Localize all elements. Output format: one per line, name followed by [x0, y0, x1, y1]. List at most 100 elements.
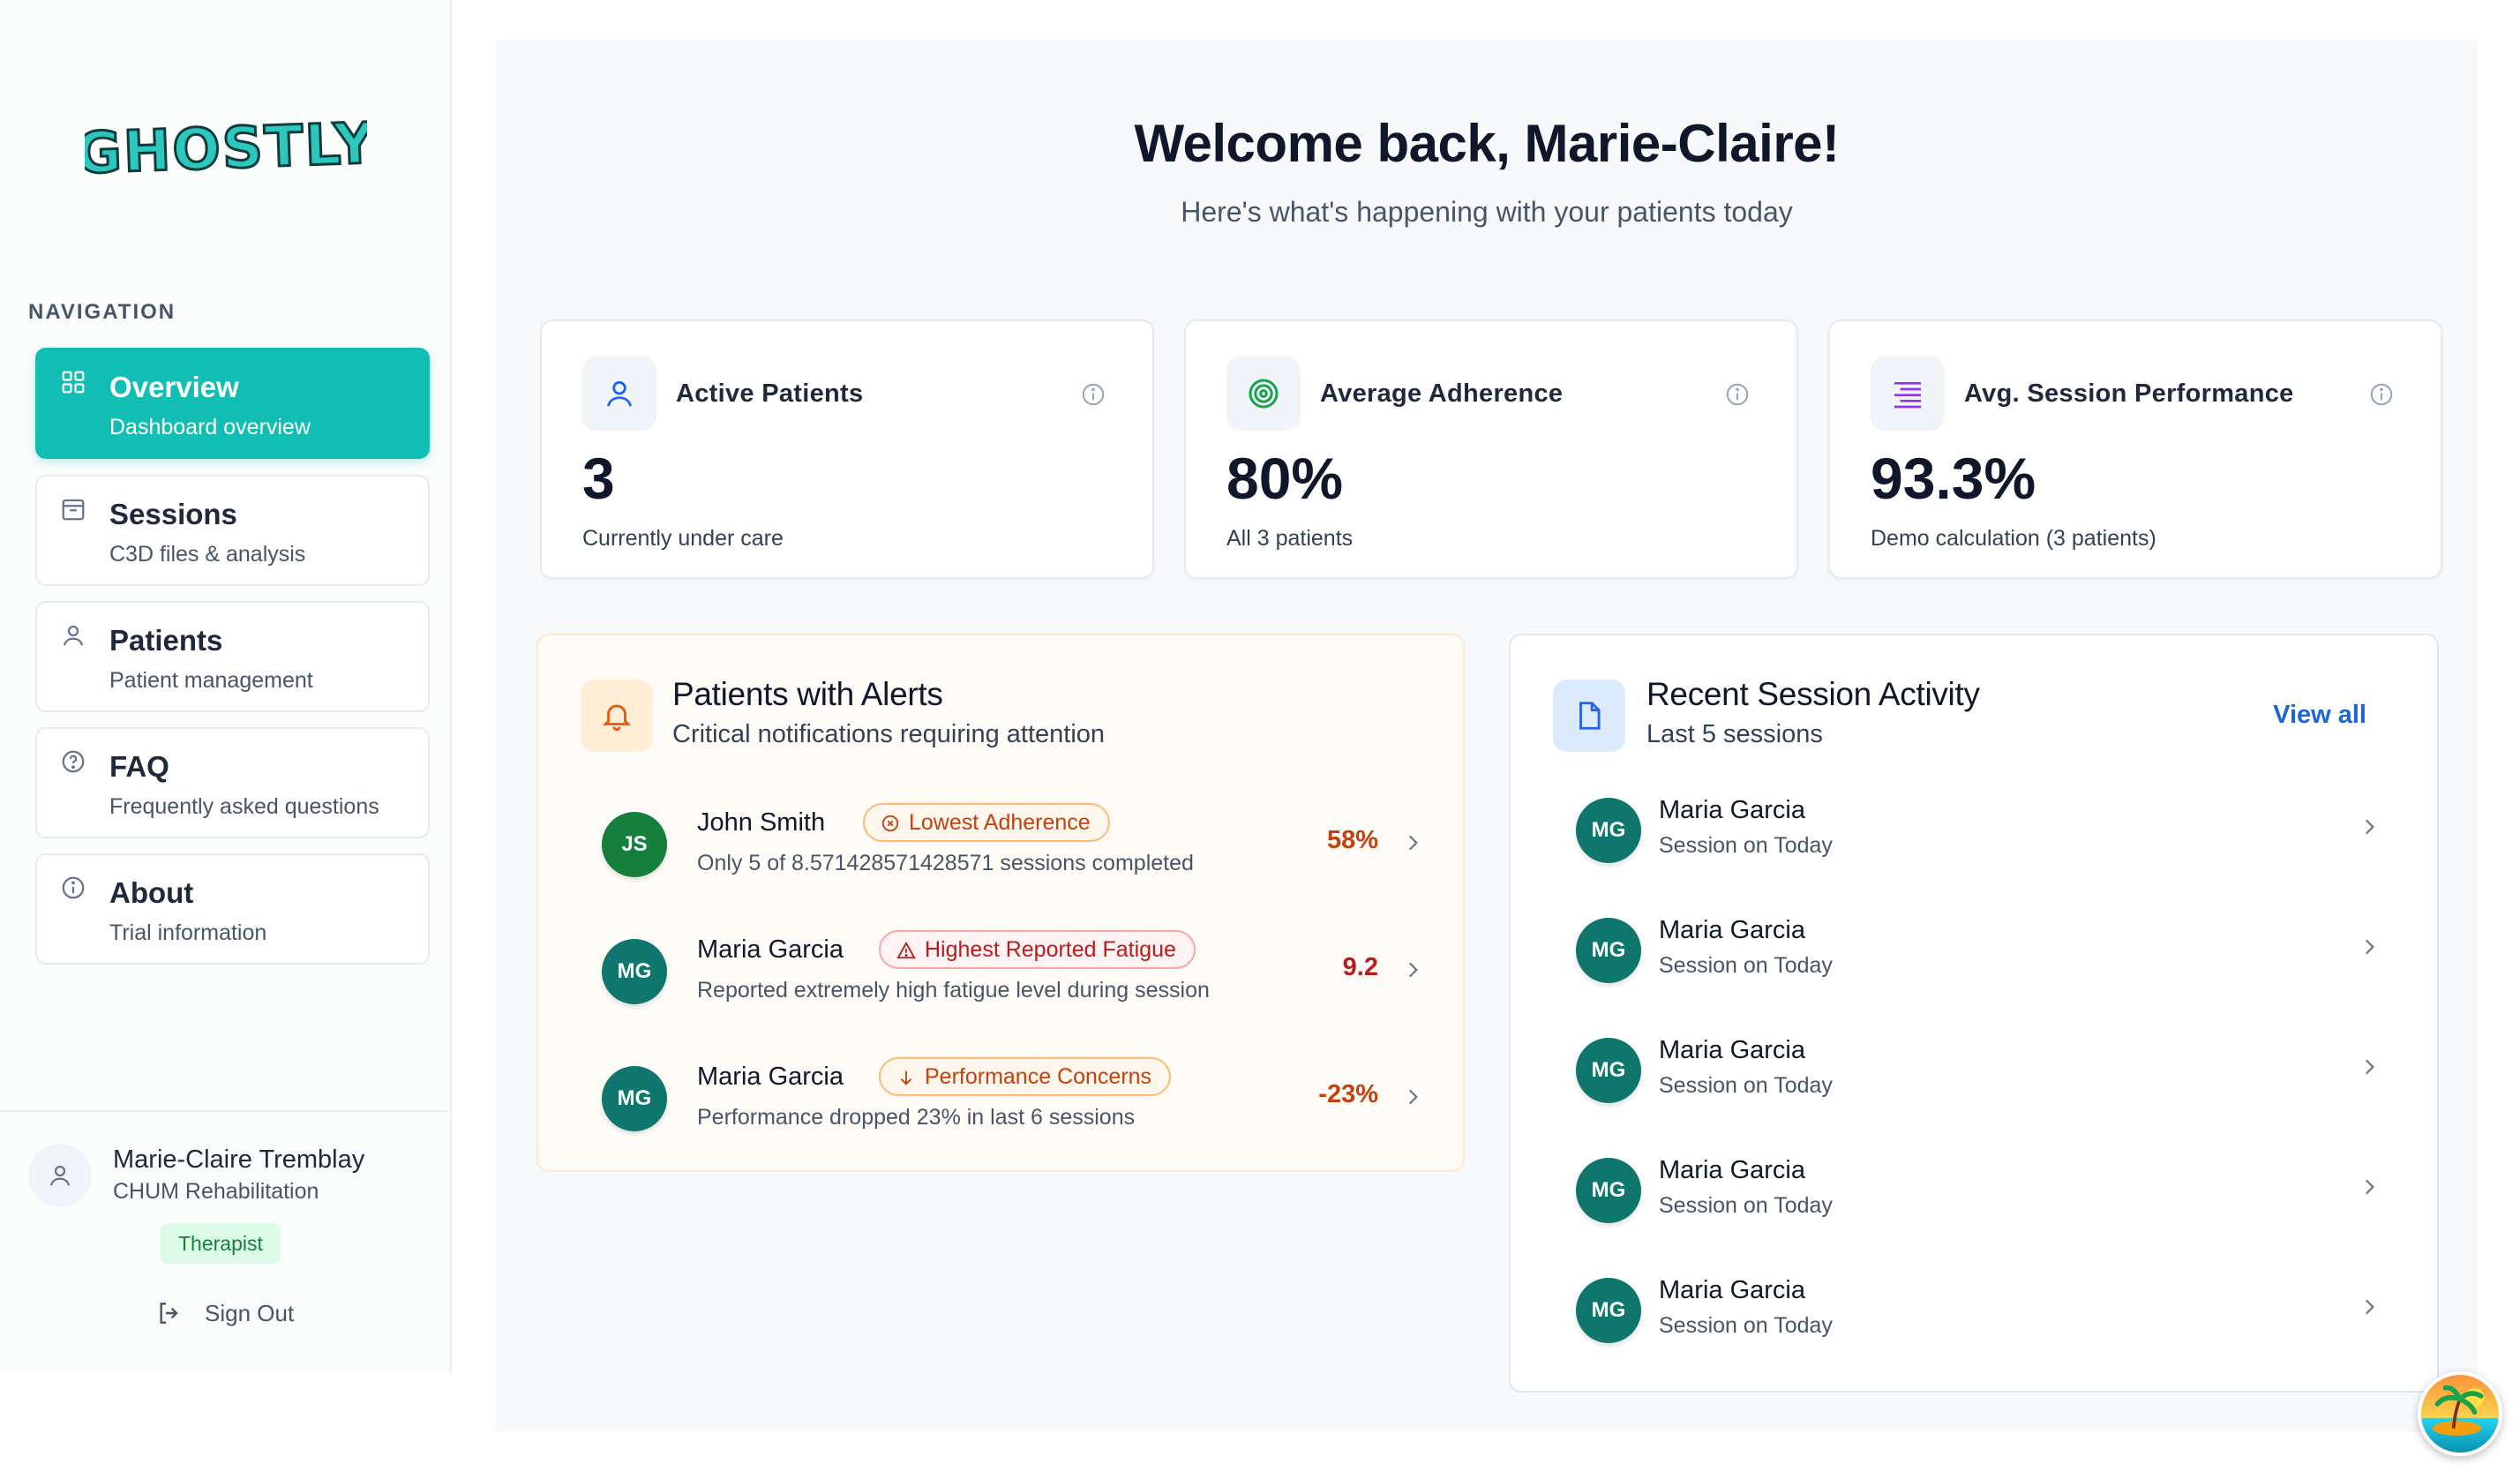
- sidebar-item-subtitle: Frequently asked questions: [109, 794, 379, 819]
- svg-text:GHOSTLY: GHOSTLY: [85, 115, 367, 185]
- chevron-right-icon[interactable]: [1401, 830, 1424, 856]
- list-icon: [1894, 382, 1921, 409]
- stat-label: Active Patients: [676, 379, 864, 408]
- session-date: Session on Today: [1659, 953, 1833, 978]
- alert-badge: Highest Reported Fatigue: [879, 930, 1196, 969]
- sidebar-item-title: About: [109, 876, 194, 909]
- help-circle-icon: [62, 750, 85, 773]
- info-icon[interactable]: [2368, 381, 2395, 408]
- alert-value: -23%: [1318, 1080, 1378, 1108]
- alert-row[interactable]: JS John Smith Lowest Adherence Only 5 of…: [591, 798, 1429, 895]
- session-date: Session on Today: [1659, 1313, 1833, 1338]
- chevron-right-icon[interactable]: [1401, 1084, 1424, 1110]
- sidebar-item-sessions[interactable]: Sessions C3D files & analysis: [35, 475, 430, 586]
- file-icon: [1579, 702, 1601, 730]
- user-name: Marie-Claire Tremblay: [113, 1145, 365, 1174]
- archive-icon: [62, 499, 85, 521]
- sidebar-item-title: Patients: [109, 624, 223, 657]
- stat-subtext: All 3 patients: [1226, 526, 1354, 551]
- session-patient-name: Maria Garcia: [1659, 1276, 1805, 1304]
- session-row[interactable]: MG Maria Garcia Session on Today: [1576, 791, 2388, 879]
- bell-icon: [602, 704, 632, 732]
- session-row[interactable]: MG Maria Garcia Session on Today: [1576, 1271, 2388, 1359]
- stat-label: Avg. Session Performance: [1964, 379, 2294, 408]
- island-badge-icon[interactable]: [2418, 1371, 2502, 1456]
- user-organization: CHUM Rehabilitation: [113, 1179, 319, 1204]
- sidebar-item-about[interactable]: About Trial information: [35, 853, 430, 965]
- sidebar: GHOSTLY NAVIGATION Overview Dashboard ov…: [0, 0, 452, 1373]
- alerts-panel: Patients with Alerts Critical notificati…: [536, 634, 1465, 1172]
- x-circle-icon: [881, 815, 899, 832]
- sidebar-item-subtitle: Dashboard overview: [109, 415, 311, 439]
- info-icon[interactable]: [1080, 381, 1106, 408]
- ghostly-logo[interactable]: GHOSTLY: [85, 115, 367, 185]
- stat-card-active-patients: Active Patients 3 Currently under care: [540, 319, 1154, 579]
- patient-avatar: MG: [1576, 798, 1641, 863]
- stat-icon-box: [1871, 357, 1945, 431]
- recent-icon-box: [1553, 680, 1625, 752]
- alert-badge-label: Highest Reported Fatigue: [925, 937, 1176, 962]
- info-icon: [62, 876, 85, 899]
- session-date: Session on Today: [1659, 1193, 1833, 1218]
- role-badge: Therapist: [161, 1223, 281, 1264]
- sign-out-button[interactable]: Sign Out: [155, 1294, 294, 1333]
- main-content: Welcome back, Marie-Claire! Here's what'…: [496, 41, 2478, 1431]
- chevron-right-icon[interactable]: [1401, 957, 1424, 983]
- logout-icon: [160, 1303, 178, 1324]
- alert-value: 9.2: [1342, 953, 1378, 981]
- user-icon: [49, 1165, 71, 1186]
- alerts-subtitle: Critical notifications requiring attenti…: [672, 720, 1106, 748]
- session-row[interactable]: MG Maria Garcia Session on Today: [1576, 911, 2388, 999]
- sidebar-item-title: FAQ: [109, 750, 169, 783]
- page-title: Welcome back, Marie-Claire!: [1134, 114, 1840, 173]
- sign-out-label: Sign Out: [205, 1299, 295, 1326]
- stat-value: 80%: [1226, 446, 1344, 511]
- recent-subtitle: Last 5 sessions: [1646, 720, 1823, 748]
- session-patient-name: Maria Garcia: [1659, 796, 1805, 824]
- stat-value: 3: [582, 446, 615, 511]
- patient-name: Maria Garcia: [697, 935, 844, 964]
- chevron-right-icon[interactable]: [2358, 814, 2381, 840]
- session-date: Session on Today: [1659, 833, 1833, 858]
- patient-avatar: MG: [1576, 1158, 1641, 1223]
- sidebar-item-title: Overview: [109, 371, 239, 403]
- info-icon[interactable]: [1724, 381, 1751, 408]
- patient-avatar: MG: [602, 939, 667, 1004]
- warning-triangle-icon: [896, 941, 916, 959]
- stat-label: Average Adherence: [1320, 379, 1564, 408]
- sidebar-item-patients[interactable]: Patients Patient management: [35, 601, 430, 712]
- sidebar-item-title: Sessions: [109, 498, 237, 530]
- session-row[interactable]: MG Maria Garcia Session on Today: [1576, 1031, 2388, 1119]
- patient-avatar: MG: [1576, 1278, 1641, 1343]
- alert-row[interactable]: MG Maria Garcia Highest Reported Fatigue…: [591, 925, 1429, 1022]
- app-root: GHOSTLY NAVIGATION Overview Dashboard ov…: [0, 0, 2520, 1472]
- sidebar-item-faq[interactable]: FAQ Frequently asked questions: [35, 727, 430, 838]
- alert-row[interactable]: MG Maria Garcia Performance Concerns Per…: [591, 1052, 1429, 1149]
- user-icon: [606, 380, 633, 407]
- chevron-right-icon[interactable]: [2358, 1294, 2381, 1320]
- alert-description: Only 5 of 8.571428571428571 sessions com…: [697, 851, 1194, 875]
- user-avatar[interactable]: [28, 1144, 92, 1207]
- sidebar-footer: Marie-Claire Tremblay CHUM Rehabilitatio…: [0, 1110, 450, 1373]
- sidebar-item-subtitle: C3D files & analysis: [109, 542, 306, 567]
- alert-description: Performance dropped 23% in last 6 sessio…: [697, 1105, 1136, 1130]
- alert-badge-label: Lowest Adherence: [909, 810, 1091, 835]
- nav-heading: NAVIGATION: [28, 300, 176, 324]
- patient-avatar: MG: [602, 1066, 667, 1131]
- patient-name: John Smith: [697, 808, 826, 837]
- session-date: Session on Today: [1659, 1073, 1833, 1098]
- alert-value: 58%: [1326, 826, 1378, 854]
- view-all-link[interactable]: View all: [2273, 701, 2366, 730]
- patient-name: Maria Garcia: [697, 1063, 844, 1091]
- arrow-down-icon: [900, 1070, 912, 1085]
- patient-avatar: MG: [1576, 918, 1641, 983]
- stat-subtext: Currently under care: [582, 526, 784, 551]
- sidebar-item-subtitle: Patient management: [109, 668, 313, 693]
- chevron-right-icon[interactable]: [2358, 934, 2381, 960]
- sidebar-item-overview[interactable]: Overview Dashboard overview: [35, 348, 430, 459]
- alert-badge: Lowest Adherence: [863, 803, 1110, 842]
- stat-value: 93.3%: [1871, 446, 2036, 511]
- chevron-right-icon[interactable]: [2358, 1054, 2381, 1080]
- chevron-right-icon[interactable]: [2358, 1174, 2381, 1200]
- session-row[interactable]: MG Maria Garcia Session on Today: [1576, 1151, 2388, 1239]
